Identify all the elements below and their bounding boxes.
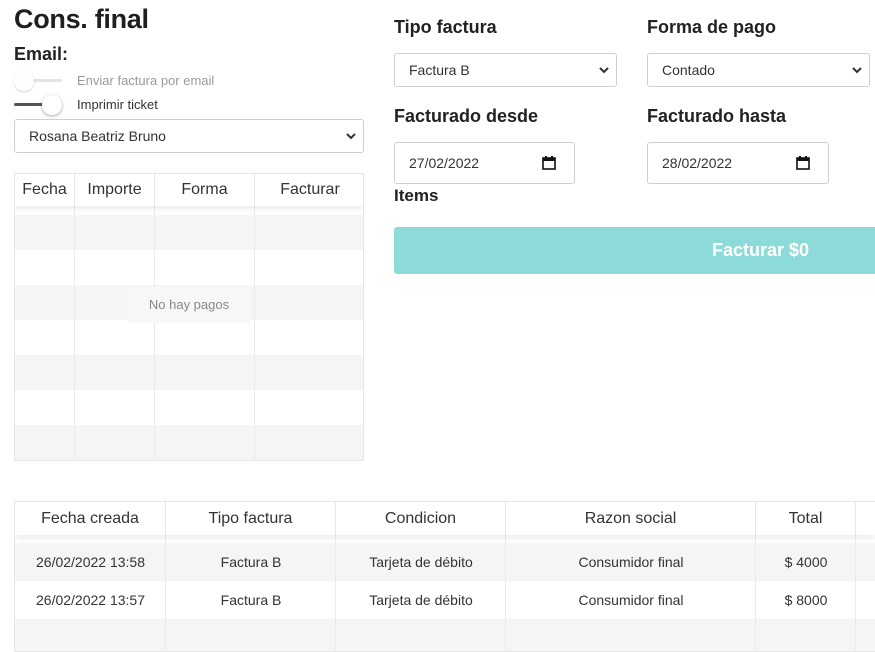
facturado-desde-label: Facturado desde [394,106,539,126]
client-select[interactable]: Rosana Beatriz Bruno [14,119,364,153]
invoices-table: Fecha creada Tipo factura Condicion Razo… [14,501,875,652]
cell-razon-social: Consumidor final [578,592,684,608]
empty-state-message: No hay pagos [128,287,250,323]
column-header-importe[interactable]: Importe [75,174,155,206]
facturado-desde-input[interactable]: 27/02/2022 [394,142,575,184]
calendar-icon[interactable] [796,156,810,170]
column-divider [855,535,856,651]
payments-table-header: Fecha Importe Forma Facturar [15,174,363,206]
email-label: Email: [14,44,69,64]
column-divider [74,206,75,460]
cell-tipo-factura: Factura B [220,554,282,570]
facturado-hasta-value: 28/02/2022 [662,155,733,171]
toggle-knob [14,71,34,91]
column-divider [154,206,155,460]
facturar-button[interactable]: Facturar $0 [394,227,875,274]
cell-tipo-factura: Factura B [220,592,282,608]
cell-fecha-creada: 26/02/2022 13:58 [36,554,145,570]
print-ticket-label: Imprimir ticket [77,97,158,112]
payments-table: Fecha Importe Forma Facturar No hay pago… [14,173,364,461]
client-select-value: Rosana Beatriz Bruno [29,128,166,144]
forma-pago-select[interactable]: Contado [647,53,870,87]
column-header-forma[interactable]: Forma [155,174,255,206]
table-row [15,390,363,425]
send-email-label: Enviar factura por email [77,73,215,88]
page-title: Cons. final [14,4,149,34]
table-row [15,215,363,250]
tipo-factura-select[interactable]: Factura B [394,53,617,87]
table-row [15,250,363,285]
facturado-desde-value: 27/02/2022 [409,155,480,171]
facturado-hasta-input[interactable]: 28/02/2022 [647,142,829,184]
cell-fecha-creada: 26/02/2022 13:57 [36,592,145,608]
cell-razon-social: Consumidor final [578,554,684,570]
column-header-condicion[interactable]: Condicion [336,502,506,535]
chevron-down-icon [852,67,862,74]
forma-pago-value: Contado [662,62,715,78]
print-ticket-toggle[interactable] [14,95,62,115]
column-divider [165,535,166,651]
chevron-down-icon [599,67,609,74]
invoices-table-header: Fecha creada Tipo factura Condicion Razo… [15,502,875,535]
facturado-hasta-label: Facturado hasta [647,106,787,126]
column-header-tipo-factura[interactable]: Tipo factura [166,502,336,535]
tipo-factura-label: Tipo factura [394,17,497,37]
table-row [15,619,875,651]
forma-pago-label: Forma de pago [647,17,777,37]
toggle-knob [42,95,62,115]
column-header-razon-social[interactable]: Razon social [506,502,756,535]
column-divider [505,535,506,651]
cell-condicion: Tarjeta de débito [369,592,473,608]
cell-condicion: Tarjeta de débito [369,554,473,570]
table-row [15,320,363,355]
table-row [15,425,363,460]
column-divider [755,535,756,651]
chevron-down-icon [346,133,356,140]
column-header-fecha-creada[interactable]: Fecha creada [15,502,166,535]
cell-total: $ 4000 [784,554,828,570]
table-row[interactable]: 26/02/2022 13:58 Factura B Tarjeta de dé… [15,543,875,581]
calendar-icon[interactable] [542,156,556,170]
cell-total: $ 8000 [784,592,828,608]
table-row[interactable]: 26/02/2022 13:57 Factura B Tarjeta de dé… [15,581,875,619]
column-header-total[interactable]: Total [756,502,856,535]
table-row [15,355,363,390]
column-divider [254,206,255,460]
column-divider [335,535,336,651]
column-header-facturar[interactable]: Facturar [255,174,363,206]
column-header-fecha[interactable]: Fecha [15,174,75,206]
tipo-factura-value: Factura B [409,62,470,78]
send-email-toggle[interactable] [14,71,62,91]
items-label: Items [394,186,439,205]
